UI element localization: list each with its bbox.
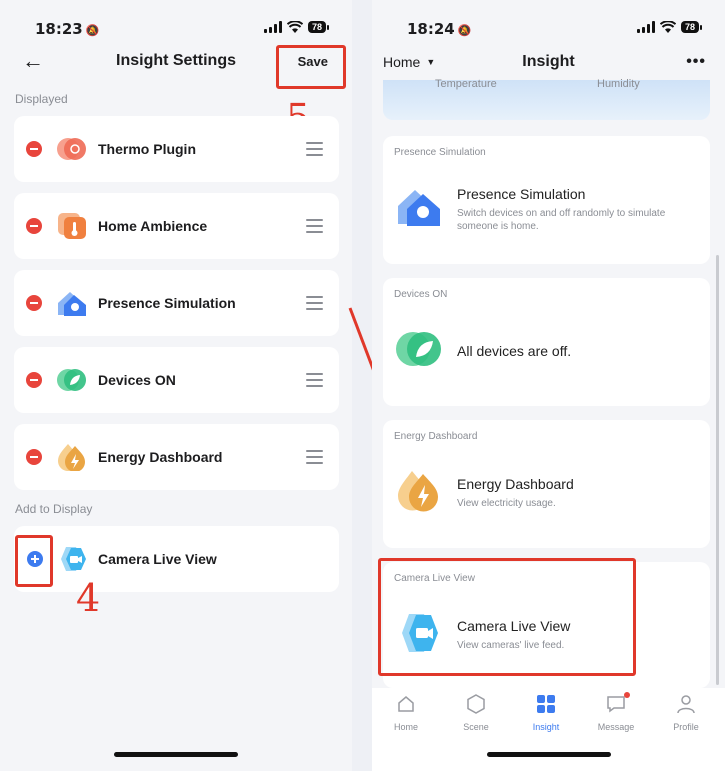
more-dots-icon[interactable]: ••• [686,53,706,71]
tab-insight[interactable]: Insight [526,694,566,732]
devices-on-icon [57,369,86,391]
message-icon [607,696,625,713]
card-description: Switch devices on and off randomly to si… [457,208,666,232]
status-icons: 78 [636,21,703,33]
status-time-text: 18:24 [407,20,455,38]
card-section-title: Energy Dashboard [394,431,478,442]
presence-simulation-icon [398,190,440,226]
remove-icon[interactable] [26,449,42,465]
item-label: Thermo Plugin [98,141,196,157]
insight-screen: 18:24 🔕 78 Home ▼ Insight ••• Temperature … [372,0,725,771]
displayed-item-home-ambience: Home Ambience [14,193,339,259]
item-label: Presence Simulation [98,295,236,311]
scene-icon [467,694,485,714]
energy-dashboard-icon [398,471,438,512]
cellular-signal-icon [636,21,655,33]
home-icon [398,696,414,712]
bottom-tab-bar: Home Scene Insight Message Profile [372,688,725,771]
status-bar: 18:24 🔕 78 [372,0,725,46]
insight-icon [537,695,555,713]
drag-handle-icon[interactable] [306,450,323,464]
humidity-label: Humidity [597,78,640,90]
card-description: View electricity usage. [457,498,556,509]
save-highlight-box [276,45,346,89]
page-title: Insight [522,53,575,70]
tab-home[interactable]: Home [386,694,426,732]
presence-simulation-icon [58,292,86,316]
card-name: All devices are off. [457,343,572,359]
displayed-item-thermo-plugin: Thermo Plugin [14,116,339,182]
camera-live-view-icon [61,547,86,571]
scrollbar[interactable] [716,255,719,685]
wifi-icon [659,21,676,33]
insight-settings-screen: 18:23🔕 78 ← Insight Settings Save 5 Disp… [0,0,352,771]
item-label: Home Ambience [98,218,208,234]
thermo-plugin-icon [57,138,86,160]
status-time-text: 18:23 [35,20,83,38]
wifi-icon [286,21,303,33]
item-label: Camera Live View [98,551,217,567]
home-indicator [486,752,611,757]
displayed-item-devices-on: Devices ON [14,347,339,413]
remove-icon[interactable] [26,295,42,311]
notification-badge [624,692,630,698]
card-section-title: Devices ON [394,289,448,300]
cellular-signal-icon [263,21,282,33]
mute-bell-icon: 🔕 [85,24,100,37]
tab-label: Message [597,722,635,732]
drag-handle-icon[interactable] [306,296,323,310]
battery-icon: 78 [680,21,703,33]
tab-message[interactable]: Message [596,692,636,732]
energy-dashboard-card[interactable]: Energy Dashboard Energy Dashboard View e… [383,420,710,548]
add-highlight-box [15,535,53,587]
card-name: Energy Dashboard [457,476,574,492]
add-to-display-section-label: Add to Display [15,502,93,516]
item-label: Devices ON [98,372,176,388]
tab-label: Insight [532,722,560,732]
status-icons: 78 [263,21,330,33]
displayed-item-energy-dashboard: Energy Dashboard [14,424,339,490]
drag-handle-icon[interactable] [306,219,323,233]
tab-profile[interactable]: Profile [666,694,706,732]
status-time: 18:24 🔕 [407,20,471,38]
displayed-section-label: Displayed [15,92,68,106]
card-section-title: Presence Simulation [394,147,486,158]
temperature-label: Temperature [435,78,497,90]
weather-card-partial: Temperature Humidity [383,78,710,120]
card-name: Presence Simulation [457,186,586,202]
battery-icon: 78 [307,21,330,33]
devices-on-card[interactable]: Devices ON All devices are off. [383,278,710,406]
drag-handle-icon[interactable] [306,142,323,156]
devices-on-icon [396,332,441,366]
tab-label: Scene [463,722,489,732]
profile-icon [677,695,695,714]
mute-bell-icon: 🔕 [457,24,472,37]
tab-label: Home [393,722,418,732]
nav-bar: Home ▼ Insight ••• [372,46,725,80]
remove-icon[interactable] [26,372,42,388]
drag-handle-icon[interactable] [306,373,323,387]
energy-dashboard-icon [58,444,85,471]
item-label: Energy Dashboard [98,449,223,465]
remove-icon[interactable] [26,141,42,157]
status-bar: 18:23 🔕 78 [0,0,352,46]
presence-simulation-card[interactable]: Presence Simulation Presence Simulation … [383,136,710,264]
displayed-item-presence-simulation: Presence Simulation [14,270,339,336]
status-time: 18:23 🔕 [35,20,99,38]
step-4-annotation: 4 [76,576,101,620]
home-indicator [114,752,238,757]
remove-icon[interactable] [26,218,42,234]
camera-card-highlight-box [378,558,636,676]
available-item-camera-live-view: Camera Live View [14,526,339,592]
tab-label: Profile [673,722,699,732]
tab-scene[interactable]: Scene [456,694,496,732]
home-ambience-icon [58,213,86,239]
